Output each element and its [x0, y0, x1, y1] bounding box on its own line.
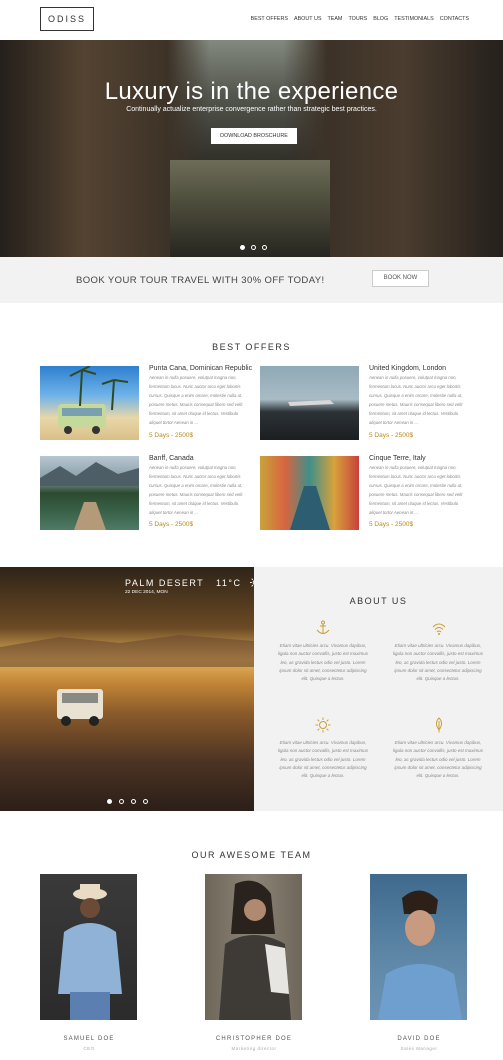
team-photo-christopher[interactable]	[205, 874, 302, 1020]
offer-title[interactable]: Cinque Terre, Italy	[369, 455, 426, 462]
feature-text: Etiam vitae ultricies arcu. Vivamus dapi…	[277, 643, 369, 682]
team-member-name: DAVID DOE	[397, 1036, 441, 1042]
hero-dot-2[interactable]	[251, 245, 256, 250]
offer-price: 5 Days - 2500$	[149, 521, 194, 528]
booking-text: BOOK YOUR TOUR TRAVEL WITH 30% OFF TODAY…	[76, 275, 325, 286]
anchor-icon	[315, 620, 331, 636]
wifi-icon	[431, 620, 447, 636]
offer-price: 5 Days - 2500$	[149, 432, 194, 439]
offer-title[interactable]: Punta Cana, Dominican Republic	[149, 365, 252, 372]
offer-description: Aenean in nulla posuere, volutpat magna …	[149, 465, 243, 515]
team-member-role: CEO	[83, 1046, 95, 1051]
offer-image-banff[interactable]	[40, 456, 139, 530]
plane-wreck-illustration	[288, 400, 334, 406]
about-us-title: ABOUT US	[349, 596, 408, 606]
offer-description: Aenean in nulla posuere, volutpat magna …	[369, 375, 463, 425]
palm-van-illustration	[58, 366, 129, 434]
offer-price: 5 Days - 2500$	[369, 432, 414, 439]
weather-dot-2[interactable]	[119, 799, 124, 804]
team-title: OUR AWESOME TEAM	[191, 850, 312, 860]
weather-city: PALM DESERT	[125, 577, 205, 588]
team-member-role: Sales Manager	[400, 1046, 438, 1051]
sun-icon	[315, 717, 331, 733]
weather-pagination	[107, 799, 148, 804]
hero-dot-1[interactable]	[240, 245, 245, 250]
nav-best-offers[interactable]: BEST OFFERS	[251, 16, 288, 22]
weather-location: PALM DESERT 11°C	[125, 577, 261, 590]
desert-van-illustration	[0, 635, 254, 726]
offer-image-london[interactable]	[260, 366, 359, 440]
nav-team[interactable]: TEAM	[327, 16, 342, 22]
feature-text: Etiam vitae ultricies arcu. Vivamus dapi…	[392, 643, 484, 682]
nav-testimonials[interactable]: TESTIMONIALS	[394, 16, 434, 22]
offer-price: 5 Days - 2500$	[369, 521, 414, 528]
hero-slider	[0, 40, 503, 257]
site-header: ODISS BEST OFFERS ABOUT US TEAM TOURS BL…	[0, 0, 503, 40]
hero-overlay	[0, 40, 503, 257]
person-silhouette	[378, 890, 462, 1020]
hero-dot-3[interactable]	[262, 245, 267, 250]
nav-about-us[interactable]: ABOUT US	[294, 16, 321, 22]
team-member-name: SAMUEL DOE	[63, 1036, 115, 1042]
weather-dot-4[interactable]	[143, 799, 148, 804]
booking-band: BOOK YOUR TOUR TRAVEL WITH 30% OFF TODAY…	[0, 257, 503, 303]
offer-title[interactable]: Banff, Canada	[149, 455, 194, 462]
weather-temperature: 11°C	[216, 577, 242, 588]
person-silhouette	[58, 884, 122, 1020]
weather-slider-image	[0, 567, 254, 811]
person-silhouette	[219, 880, 291, 1020]
offer-description: Aenean in nulla posuere, volutpat magna …	[369, 465, 463, 515]
team-member-role: Marketing director	[231, 1046, 277, 1051]
logo[interactable]: ODISS	[40, 7, 94, 31]
team-photo-david[interactable]	[370, 874, 467, 1020]
team-photo-samuel[interactable]	[40, 874, 137, 1020]
feature-text: Etiam vitae ultricies arcu. Vivamus dapi…	[392, 740, 484, 779]
nav-blog[interactable]: BLOG	[373, 16, 388, 22]
canal-illustration	[290, 486, 330, 530]
weather-date: 22 DEC 2014, MON	[125, 590, 168, 595]
offer-description: Aenean in nulla posuere, volutpat magna …	[149, 375, 243, 425]
download-brochure-button[interactable]: DOWNLOAD BROSCHURE	[211, 128, 297, 144]
offer-title[interactable]: United Kingdom, London	[369, 365, 446, 372]
dock-illustration	[40, 462, 139, 530]
hero-title: Luxury is in the experience	[104, 78, 399, 105]
hero-subtitle: Continually actualize enterprise converg…	[126, 106, 377, 113]
nav-contacts[interactable]: CONTACTS	[440, 16, 469, 22]
hero-pagination	[240, 245, 267, 250]
main-nav: BEST OFFERS ABOUT US TEAM TOURS BLOG TES…	[245, 16, 469, 22]
weather-dot-3[interactable]	[131, 799, 136, 804]
offer-image-punta-cana[interactable]	[40, 366, 139, 440]
book-now-button[interactable]: BOOK NOW	[372, 270, 429, 287]
weather-dot-1[interactable]	[107, 799, 112, 804]
best-offers-title: BEST OFFERS	[212, 342, 291, 352]
nav-tours[interactable]: TOURS	[348, 16, 367, 22]
offer-image-cinque-terre[interactable]	[260, 456, 359, 530]
leaf-icon	[431, 717, 447, 733]
team-member-name: CHRISTOPHER DOE	[215, 1036, 293, 1042]
feature-text: Etiam vitae ultricies arcu. Vivamus dapi…	[277, 740, 369, 779]
